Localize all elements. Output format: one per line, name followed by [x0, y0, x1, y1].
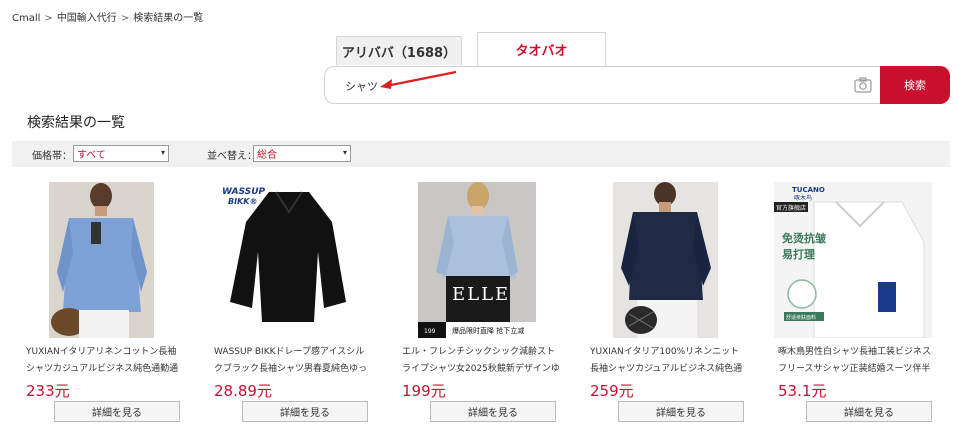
brand-logo-text: TUCANO [792, 186, 825, 194]
view-details-button[interactable]: 詳細を見る [806, 401, 932, 422]
product-image[interactable] [22, 182, 180, 338]
product-photo-blue-shirt [48, 182, 154, 338]
price-range-value: すべて [77, 150, 106, 161]
source-tabs: アリババ（1688） タオバオ [336, 32, 608, 67]
brand-logo-text: ELLE [452, 284, 510, 305]
product-card[interactable]: YUXIANイタリアリネンコットン長袖シャツカジュアルビジネス純色通勤通気吸湿シ… [22, 182, 180, 422]
product-grid: YUXIANイタリアリネンコットン長袖シャツカジュアルビジネス純色通勤通気吸湿シ… [22, 182, 950, 422]
annotation-arrow-icon [380, 70, 457, 89]
slogan-text: 免烫抗皱 [782, 231, 826, 245]
product-card[interactable]: YUXIANイタリア100%リネンニット長袖シャツカジュアルビジネス純色通勤通気… [586, 182, 744, 422]
breadcrumb: Cmall > 中国輸入代行 > 検索結果の一覧 [12, 9, 203, 24]
view-details-button[interactable]: 詳細を見る [430, 401, 556, 422]
breadcrumb-separator: > [44, 13, 53, 24]
filter-bar: 価格帯： すべて ▾ 並べ替え： 総合 ▾ [12, 141, 950, 167]
brand-logo-subtext: BIKK® [228, 197, 257, 206]
tab-taobao[interactable]: タオバオ [477, 32, 606, 66]
slogan-text: 易打理 [782, 247, 815, 261]
breadcrumb-current: 検索結果の一覧 [133, 13, 204, 24]
chevron-down-icon: ▾ [342, 148, 347, 157]
page-title: 検索結果の一覧 [27, 115, 125, 131]
brand-logo-subtext: 啄木鸟 [794, 194, 812, 202]
product-title[interactable]: YUXIANイタリアリネンコットン長袖シャツカジュアルビジネス純色通勤通気吸湿シ… [26, 344, 184, 378]
camera-icon[interactable] [854, 77, 872, 93]
product-photo-navy-shirt [612, 182, 718, 338]
view-details-button[interactable]: 詳細を見る [242, 401, 368, 422]
price-range-select[interactable]: すべて ▾ [73, 145, 169, 162]
product-photo-black-shirt: WASSUP BIKK® [214, 182, 364, 338]
view-details-button[interactable]: 詳細を見る [618, 401, 744, 422]
promo-banner-text: 爆品限时直降 抢下立减 [452, 326, 524, 335]
product-image[interactable]: ELLE 199 爆品限时直降 抢下立减 [398, 182, 556, 338]
sort-value: 総合 [257, 150, 277, 161]
product-title[interactable]: YUXIANイタリア100%リネンニット長袖シャツカジュアルビジネス純色通勤通気… [590, 344, 748, 378]
tab-alibaba[interactable]: アリババ（1688） [336, 36, 462, 65]
promo-price-text: 199 [424, 328, 436, 335]
product-image[interactable]: WASSUP BIKK® [210, 182, 368, 338]
product-card[interactable]: ELLE 199 爆品限时直降 抢下立减 エル・フレンチシックシック減齢ストライ… [398, 182, 560, 422]
brand-logo-text: WASSUP [222, 187, 266, 197]
product-price: 199元 [402, 382, 446, 400]
sort-label: 並べ替え： [207, 151, 257, 162]
product-price: 53.1元 [778, 382, 827, 400]
product-image[interactable]: TUCANO 啄木鸟 官方旗舰店 免烫抗皱 易打理 舒适亲肤面料 [774, 182, 932, 338]
product-title[interactable]: 啄木鳥男性白シャツ長袖工装ビジネスフリースサシャツ正装結婚スーツ伴半袖… [778, 344, 936, 378]
sort-select[interactable]: 総合 ▾ [253, 145, 351, 162]
product-title[interactable]: WASSUP BIKKドレープ感アイスシルクブラック長袖シャツ男春夏純色ゆったり… [214, 344, 372, 378]
product-price: 259元 [590, 382, 634, 400]
product-photo-striped-shirt: ELLE 199 爆品限时直降 抢下立减 [418, 182, 536, 338]
product-photo-white-shirt: TUCANO 啄木鸟 官方旗舰店 免烫抗皱 易打理 舒适亲肤面料 [774, 182, 932, 338]
product-price: 28.89元 [214, 382, 272, 400]
product-card[interactable]: WASSUP BIKK® WASSUP BIKKドレープ感アイスシルクブラック長… [210, 182, 368, 422]
breadcrumb-home[interactable]: Cmall [12, 13, 40, 24]
search-button[interactable]: 検索 [880, 66, 950, 104]
breadcrumb-import[interactable]: 中国輸入代行 [57, 13, 117, 24]
product-price: 233元 [26, 382, 70, 400]
chevron-down-icon: ▾ [160, 148, 165, 157]
product-image[interactable] [586, 182, 744, 338]
store-badge-text: 官方旗舰店 [776, 204, 806, 212]
product-title[interactable]: エル・フレンチシックシック減齢ストライプシャツ女2025秋競新デザインゆったり小… [402, 344, 560, 378]
price-filter-label: 価格帯： [32, 151, 72, 162]
badge-text: 舒适亲肤面料 [786, 314, 816, 321]
view-details-button[interactable]: 詳細を見る [54, 401, 180, 422]
product-card[interactable]: TUCANO 啄木鸟 官方旗舰店 免烫抗皱 易打理 舒适亲肤面料 啄木鳥男性白シ… [774, 182, 932, 422]
breadcrumb-separator: > [120, 13, 130, 24]
